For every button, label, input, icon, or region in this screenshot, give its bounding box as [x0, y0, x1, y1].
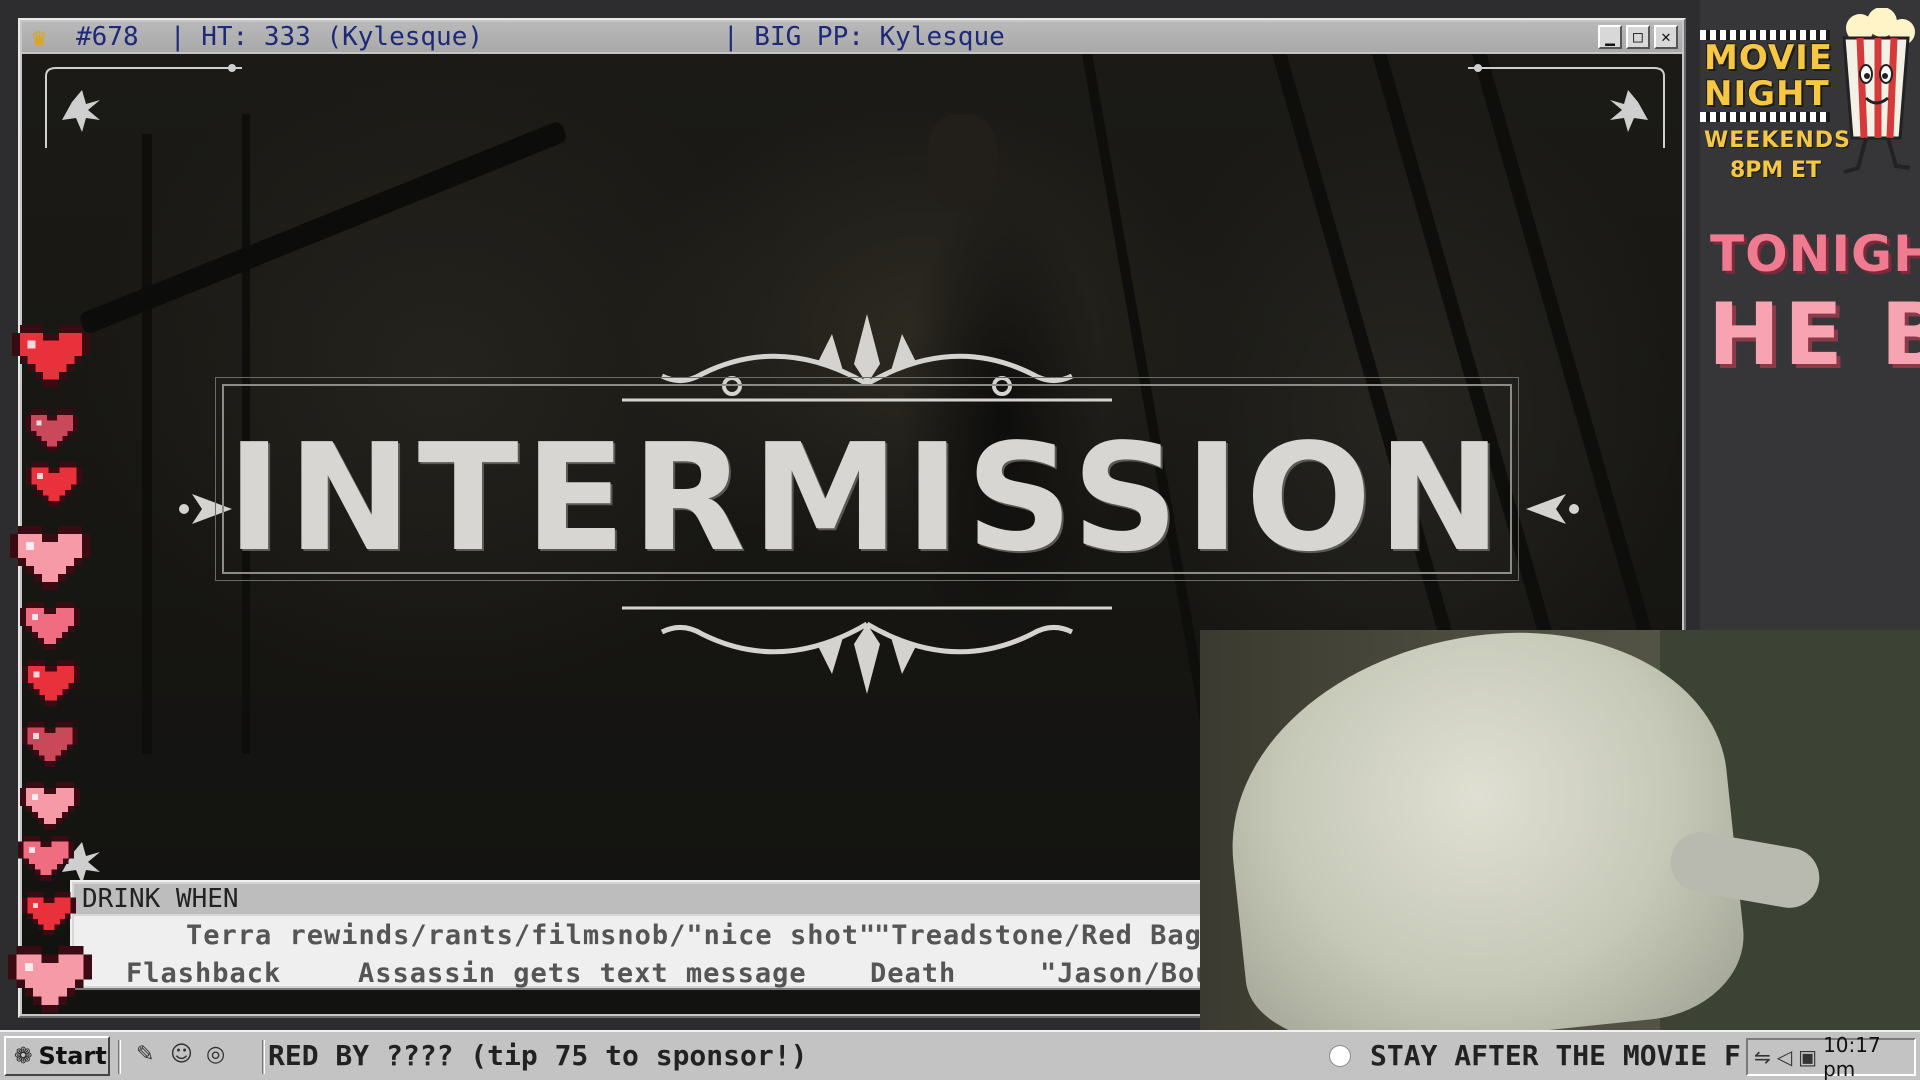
crown-icon: ♛	[32, 23, 47, 51]
corner-ornament-top-left	[45, 64, 242, 148]
tonight-label: TONIGHT:	[1710, 225, 1920, 283]
announcement-ticker: STAY AFTER THE MOVIE F	[1370, 1039, 1740, 1072]
title-pp: | BIG PP: Kylesque	[723, 22, 1005, 52]
movie-night-weekends: WEEKENDS	[1704, 128, 1851, 153]
tray-display-icon[interactable]: ▣	[1798, 1045, 1817, 1069]
movie-night-logo: MOVIE NIGHT	[1704, 40, 1833, 112]
tray-network-icon[interactable]: ⇋	[1754, 1045, 1771, 1069]
stream-overlay: { "window": { "title_counter": "#678", "…	[0, 0, 1920, 1080]
pixel-heart-icon	[8, 946, 92, 1014]
maximize-button[interactable]: □	[1626, 25, 1650, 49]
pixel-heart-icon	[22, 722, 78, 767]
corner-ornament-top-right	[1468, 64, 1665, 148]
popcorn-mascot-icon	[1842, 8, 1915, 174]
minimize-button[interactable]: ▁	[1598, 25, 1622, 49]
start-button[interactable]: ❁ Start	[4, 1036, 110, 1076]
banner-ornament-right	[1526, 494, 1579, 524]
title-counter: #678	[76, 22, 139, 52]
tonight-movie-title: HE B	[1708, 285, 1920, 385]
pixel-heart-icon	[26, 462, 82, 507]
drink-when-panel: DRINK WHEN Terra rewinds/rants/filmsnob/…	[70, 880, 1310, 990]
title-ht: | HT: 333 (Kylesque)	[138, 22, 483, 52]
scene-stripe	[142, 134, 152, 754]
window-titlebar: ♛ #678 | HT: 333 (Kylesque) | BIG PP: Ky…	[22, 22, 1682, 52]
intermission-title: INTERMISSION	[226, 412, 1508, 584]
taskbar-separator	[262, 1040, 265, 1074]
pixel-heart-icon	[22, 660, 80, 707]
pixel-heart-icon	[26, 410, 78, 452]
tray-clock: 10:17 pm	[1823, 1033, 1881, 1080]
movie-night-line1: MOVIE	[1704, 38, 1834, 78]
drink-item: "Treadstone/Red Bag"	[874, 920, 1220, 951]
drink-item: Death	[870, 958, 957, 989]
drink-item: Assassin gets text message	[358, 958, 807, 989]
film-strip-decoration	[1700, 112, 1830, 122]
pixel-heart-icon	[20, 782, 80, 830]
banner-ornament-bottom	[622, 606, 1112, 694]
tray-volume-icon[interactable]: ◁	[1777, 1045, 1792, 1069]
movie-night-line2: NIGHT	[1704, 74, 1830, 114]
ticker-dot-icon	[1330, 1046, 1350, 1066]
close-button[interactable]: ✕	[1654, 25, 1678, 49]
quicklaunch-globe-icon[interactable]: ◎	[206, 1042, 225, 1067]
taskbar-separator	[118, 1040, 121, 1074]
taskbar: ❁ Start ✎ ☺ ◎ RED BY ???? (tip 75 to spo…	[0, 1030, 1920, 1080]
drink-when-title: DRINK WHEN	[74, 884, 1306, 914]
movie-night-time: 8PM ET	[1730, 158, 1822, 183]
pixel-heart-icon	[20, 602, 80, 650]
start-logo-icon: ❁	[14, 1043, 33, 1069]
drink-item: Terra rewinds/rants/filmsnob/"nice shot"	[186, 920, 877, 951]
pixel-heart-icon	[22, 892, 76, 936]
drink-item: Flashback	[126, 958, 282, 989]
quicklaunch-people-icon[interactable]: ☺	[170, 1042, 193, 1067]
pixel-heart-icon	[18, 836, 74, 881]
drink-when-list: Terra rewinds/rants/filmsnob/"nice shot"…	[74, 916, 1306, 989]
system-tray: ⇋ ◁ ▣ 10:17 pm	[1746, 1033, 1916, 1080]
pixel-heart-icon	[10, 526, 90, 590]
sponsor-ticker: RED BY ???? (tip 75 to sponsor!)	[268, 1039, 808, 1072]
start-label: Start	[38, 1042, 107, 1070]
quicklaunch-edit-icon[interactable]: ✎	[136, 1042, 154, 1067]
pixel-heart-icon	[12, 325, 90, 388]
